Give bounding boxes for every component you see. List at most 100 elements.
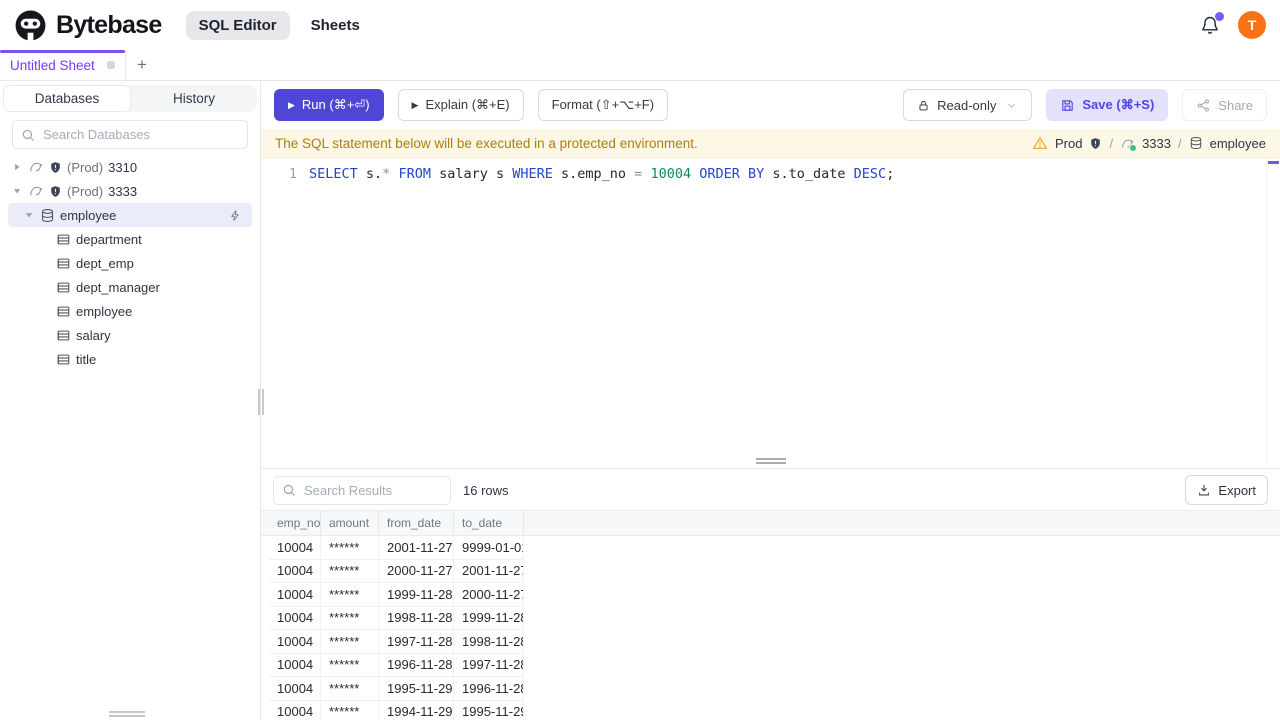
editor-overview-ruler[interactable]	[1266, 158, 1280, 468]
results-search-input[interactable]	[302, 481, 442, 499]
table-icon	[56, 304, 71, 319]
table-icon	[56, 352, 71, 367]
tab-databases[interactable]: Databases	[3, 85, 131, 112]
results-header-row: emp_no amount from_date to_date	[261, 510, 1280, 536]
editor-toolbar: ▶ Run (⌘+⏎) ▶ Explain (⌘+E) Format (⇧+⌥+…	[261, 81, 1280, 129]
table-row[interactable]: 10004 ****** 1996-11-28 1997-11-28	[261, 653, 1280, 677]
mysql-instance-icon	[1120, 136, 1138, 152]
results-panel: 16 rows Export emp_noamountfrom_dateto_d…	[261, 468, 1280, 720]
play-icon: ▶	[411, 99, 419, 110]
share-label: Share	[1218, 97, 1253, 113]
database-search[interactable]	[12, 120, 248, 149]
search-icon	[21, 128, 35, 142]
sidebar-hscrollbar[interactable]	[109, 711, 145, 717]
table-row[interactable]: 10004 ****** 1999-11-28 2000-11-27	[261, 583, 1280, 607]
toolbar-right: Read-only Save (⌘+S) Share	[903, 89, 1267, 121]
table-row[interactable]: 10004 ****** 1998-11-28 1999-11-28	[261, 606, 1280, 630]
table-list: department dept_emp dept_manager employe…	[0, 227, 260, 371]
table-name: title	[76, 351, 97, 367]
new-sheet-button[interactable]: +	[126, 50, 158, 80]
database-icon	[40, 208, 55, 223]
database-tree: (Prod) 3310 (Prod) 3333 employee departm…	[0, 155, 260, 720]
instance-name: 3310	[108, 159, 138, 175]
database-search-input[interactable]	[41, 126, 239, 143]
tab-history[interactable]: History	[131, 85, 257, 112]
user-avatar[interactable]: T	[1238, 11, 1266, 39]
tree-table-item[interactable]: salary	[0, 323, 260, 347]
main-panel: ▶ Run (⌘+⏎) ▶ Explain (⌘+E) Format (⇧+⌥+…	[261, 81, 1280, 720]
table-row[interactable]: 10004 ****** 2001-11-27 9999-01-01	[261, 536, 1280, 560]
table-icon	[56, 256, 71, 271]
export-button[interactable]: Export	[1185, 475, 1268, 505]
search-icon	[282, 483, 296, 497]
column-header[interactable]: amount	[321, 511, 379, 535]
header-right: T	[1200, 11, 1266, 39]
sql-editor-app: Bytebase SQL Editor Sheets T Untitled Sh…	[0, 0, 1280, 720]
status-dot	[1129, 143, 1138, 152]
table-row[interactable]: 10004 ****** 1997-11-28 1998-11-28	[261, 630, 1280, 654]
caret-down-icon	[22, 210, 35, 220]
bytebase-logo[interactable]: Bytebase	[14, 9, 162, 42]
tree-table-item[interactable]: department	[0, 227, 260, 251]
sidebar-resize-handle[interactable]	[258, 389, 264, 415]
readonly-mode-dropdown[interactable]: Read-only	[903, 89, 1033, 121]
table-name: dept_emp	[76, 255, 134, 271]
tree-table-item[interactable]: title	[0, 347, 260, 371]
sql-editor-area[interactable]: 1 SELECT s.* FROM salary s WHERE s.emp_n…	[261, 158, 1280, 468]
table-icon	[56, 232, 71, 247]
table-name: department	[76, 231, 142, 247]
tree-instance-3310[interactable]: (Prod) 3310	[0, 155, 260, 179]
results-rows: 10004 ****** 2001-11-27 9999-01-01 10004…	[261, 536, 1280, 720]
table-icon	[56, 328, 71, 343]
share-icon	[1196, 98, 1211, 113]
sheet-tabbar: Untitled Sheet +	[0, 50, 1280, 81]
tree-table-item[interactable]: employee	[0, 299, 260, 323]
table-name: salary	[76, 327, 111, 343]
table-row[interactable]: 10004 ****** 1994-11-29 1995-11-29	[261, 700, 1280, 720]
share-button[interactable]: Share	[1182, 89, 1267, 121]
save-icon	[1060, 98, 1075, 113]
breadcrumb-separator: /	[1178, 135, 1182, 151]
run-button[interactable]: ▶ Run (⌘+⏎)	[274, 89, 384, 121]
results-toolbar: 16 rows Export	[261, 469, 1280, 510]
play-icon: ▶	[288, 99, 295, 110]
nav-sql-editor[interactable]: SQL Editor	[185, 10, 290, 40]
column-header[interactable]: to_date	[454, 511, 524, 535]
bytebase-logo-icon	[14, 9, 47, 42]
explain-button[interactable]: ▶ Explain (⌘+E)	[397, 89, 524, 121]
notifications-button[interactable]	[1200, 12, 1224, 35]
shield-icon	[1089, 137, 1102, 150]
protected-env-banner: The SQL statement below will be executed…	[261, 129, 1280, 158]
tree-table-item[interactable]: dept_manager	[0, 275, 260, 299]
table-icon	[56, 280, 71, 295]
unsaved-indicator	[107, 61, 115, 69]
tree-database-employee[interactable]: employee	[8, 203, 252, 227]
table-name: dept_manager	[76, 279, 160, 295]
column-header[interactable]: emp_no	[269, 511, 321, 535]
top-nav: SQL Editor Sheets	[185, 10, 373, 40]
sidebar: Databases History Search Databases (Prod…	[0, 81, 264, 720]
table-row[interactable]: 10004 ****** 2000-11-27 2001-11-27	[261, 559, 1280, 583]
database-name: employee	[60, 207, 117, 223]
tree-instance-3333[interactable]: (Prod) 3333	[0, 179, 260, 203]
nav-sheets[interactable]: Sheets	[298, 11, 373, 40]
environment-label: Prod	[1054, 135, 1083, 151]
sql-code: SELECT s.* FROM salary s WHERE s.emp_no …	[309, 166, 895, 182]
readonly-label: Read-only	[937, 97, 997, 113]
caret-down-icon	[10, 186, 23, 196]
results-resize-handle[interactable]	[755, 458, 786, 464]
export-label: Export	[1218, 482, 1256, 498]
lightning-icon[interactable]	[229, 209, 242, 222]
code-line: 1 SELECT s.* FROM salary s WHERE s.emp_n…	[261, 158, 1280, 184]
table-row[interactable]: 10004 ****** 1995-11-29 1996-11-28	[261, 677, 1280, 701]
notification-badge	[1215, 12, 1224, 21]
results-search[interactable]	[273, 475, 451, 505]
instance-env-label: (Prod)	[67, 159, 104, 175]
explain-label: Explain (⌘+E)	[425, 97, 510, 112]
connection-breadcrumb: Prod / 3333 / employee	[1032, 135, 1266, 152]
format-button[interactable]: Format (⇧+⌥+F)	[537, 89, 669, 121]
sheet-tab-untitled[interactable]: Untitled Sheet	[0, 50, 126, 80]
column-header[interactable]: from_date	[379, 511, 454, 535]
tree-table-item[interactable]: dept_emp	[0, 251, 260, 275]
save-button[interactable]: Save (⌘+S)	[1046, 89, 1169, 121]
